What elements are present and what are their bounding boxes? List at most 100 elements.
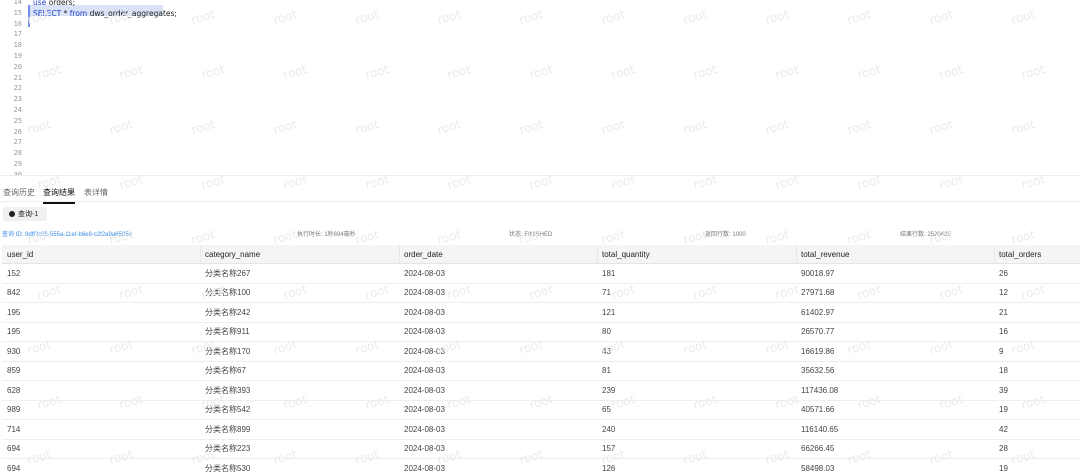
watermark-text: root	[1009, 227, 1037, 247]
query-id[interactable]: 查询 ID: 9dff2c05-555a-11ef-b6e8-c2f2a9a65…	[2, 229, 132, 238]
status-dot-icon	[9, 211, 15, 217]
tab-table-details[interactable]: 表详情	[84, 187, 108, 202]
table-cell: 2024-08-03	[404, 405, 445, 415]
line-number: 16	[13, 19, 22, 28]
table-cell: 26570.77	[801, 327, 835, 337]
table-row[interactable]: 842 分类名称100 2024-08-03 71 27971.68 12	[2, 284, 1080, 303]
watermark-text: root	[353, 227, 381, 247]
table-cell: 2024-08-03	[404, 366, 445, 376]
table-cell: 152	[7, 268, 21, 278]
table-cell: 2024-08-03	[404, 463, 445, 473]
table-row[interactable]: 628 分类名称393 2024-08-03 239 117436.08 39	[2, 381, 1080, 401]
table-cell: 81	[602, 366, 611, 376]
watermark-text: root	[845, 227, 873, 247]
table-cell: 分类名称899	[205, 424, 251, 434]
returned-rows: 返回行数: 1000	[705, 232, 746, 238]
column-header-category-name[interactable]: category_name	[205, 245, 260, 263]
query-status: 状态: FINISHED	[509, 232, 553, 238]
table-body: 152 分类名称267 2024-08-03 181 90018.97 26 842 分类名称…	[2, 264, 1080, 475]
tab-query-results[interactable]: 查询结果	[43, 187, 75, 204]
column-header-order-date[interactable]: order_date	[404, 245, 443, 263]
table-cell: 181	[602, 268, 616, 278]
line-number: 25	[13, 116, 22, 125]
line-number: 23	[13, 95, 22, 104]
table-cell: 71	[602, 288, 611, 298]
table-cell: 842	[7, 288, 21, 298]
table-cell: 16	[999, 327, 1008, 337]
table-cell: 分类名称100	[205, 288, 251, 298]
line-number: 17	[13, 30, 22, 39]
tab-query-history[interactable]: 查询历史	[3, 187, 35, 202]
table-cell: 694	[7, 444, 21, 454]
sql-keyword: SELECT	[33, 8, 62, 18]
table-cell: 2024-08-03	[404, 327, 445, 337]
table-cell: 61402.97	[801, 307, 835, 317]
column-resize-handle[interactable]	[597, 245, 598, 263]
column-header-user-id[interactable]: user_id	[7, 245, 33, 263]
code-line[interactable]: SELECT * from dws_order_aggregates;	[33, 9, 177, 18]
line-number: 19	[13, 52, 22, 60]
line-number: 15	[13, 8, 22, 17]
table-cell: 28	[999, 444, 1008, 454]
sql-text: dws_order_aggregates;	[87, 8, 177, 18]
table-cell: 分类名称267	[205, 268, 251, 278]
results-table: user_id category_name order_date total_quan…	[2, 245, 1080, 475]
sql-editor[interactable]: 14 15 16 17 18 19 20 21 22 23 24 25 26 27 28 29 30 use o…	[0, 0, 1080, 176]
table-cell: 2024-08-03	[404, 346, 445, 356]
column-header-total-revenue[interactable]: total_revenue	[801, 245, 849, 263]
table-cell: 126	[602, 463, 616, 473]
line-number: 28	[13, 149, 22, 158]
table-cell: 628	[7, 385, 21, 395]
table-cell: 分类名称170	[205, 346, 251, 356]
table-cell: 分类名称242	[205, 307, 251, 317]
table-cell: 240	[602, 424, 616, 434]
column-header-total-orders[interactable]: total_orders	[999, 245, 1041, 263]
line-number: 21	[13, 73, 22, 82]
line-number: 30	[13, 170, 22, 176]
table-row[interactable]: 989 分类名称542 2024-08-03 65 40571.66 19	[2, 401, 1080, 420]
table-row[interactable]: 694 分类名称530 2024-08-03 126 58498.03 19	[2, 459, 1080, 475]
table-row[interactable]: 152 分类名称267 2024-08-03 181 90018.97 26	[2, 264, 1080, 284]
table-cell: 859	[7, 366, 21, 376]
table-cell: 90018.97	[801, 268, 835, 278]
code-line[interactable]: use orders;	[33, 0, 75, 7]
table-cell: 分类名称530	[205, 463, 251, 473]
sql-text: orders;	[46, 0, 76, 7]
table-cell: 714	[7, 424, 21, 434]
table-row[interactable]: 714 分类名称899 2024-08-03 240 116140.65 42	[2, 420, 1080, 440]
column-resize-handle[interactable]	[994, 245, 995, 263]
sql-text: *	[61, 8, 70, 18]
table-row[interactable]: 694 分类名称223 2024-08-03 157 66266.45 28	[2, 440, 1080, 459]
column-header-total-quantity[interactable]: total_quantity	[602, 245, 650, 263]
selection-marker	[28, 5, 30, 27]
table-cell: 40571.66	[801, 405, 835, 415]
execution-time: 执行时长: 1秒694毫秒	[297, 232, 356, 238]
result-tabs: 查询历史 查询结果 表详情	[0, 186, 1080, 204]
table-cell: 分类名称67	[205, 366, 246, 376]
query-tab-chip[interactable]: 查询-1	[3, 207, 47, 221]
table-row[interactable]: 195 分类名称242 2024-08-03 121 61402.97 21	[2, 303, 1080, 323]
table-cell: 9	[999, 346, 1004, 356]
table-cell: 157	[602, 444, 616, 454]
line-number: 18	[13, 41, 22, 50]
table-cell: 42	[999, 424, 1008, 434]
table-cell: 65	[602, 405, 611, 415]
column-resize-handle[interactable]	[399, 245, 400, 263]
table-row[interactable]: 930 分类名称170 2024-08-03 43 16619.86 9	[2, 342, 1080, 362]
table-cell: 239	[602, 385, 616, 395]
table-cell: 58498.03	[801, 463, 835, 473]
table-row[interactable]: 859 分类名称67 2024-08-03 81 35632.56 18	[2, 362, 1080, 381]
table-cell: 121	[602, 307, 616, 317]
table-cell: 27971.68	[801, 288, 835, 298]
table-row[interactable]: 195 分类名称911 2024-08-03 80 26570.77 16	[2, 323, 1080, 342]
table-cell: 分类名称393	[205, 385, 251, 395]
table-cell: 19	[999, 463, 1008, 473]
table-cell: 43	[602, 346, 611, 356]
table-cell: 26	[999, 268, 1008, 278]
table-cell: 19	[999, 405, 1008, 415]
column-resize-handle[interactable]	[200, 245, 201, 263]
table-cell: 21	[999, 307, 1008, 317]
table-cell: 195	[7, 307, 21, 317]
column-resize-handle[interactable]	[796, 245, 797, 263]
table-cell: 80	[602, 327, 611, 337]
